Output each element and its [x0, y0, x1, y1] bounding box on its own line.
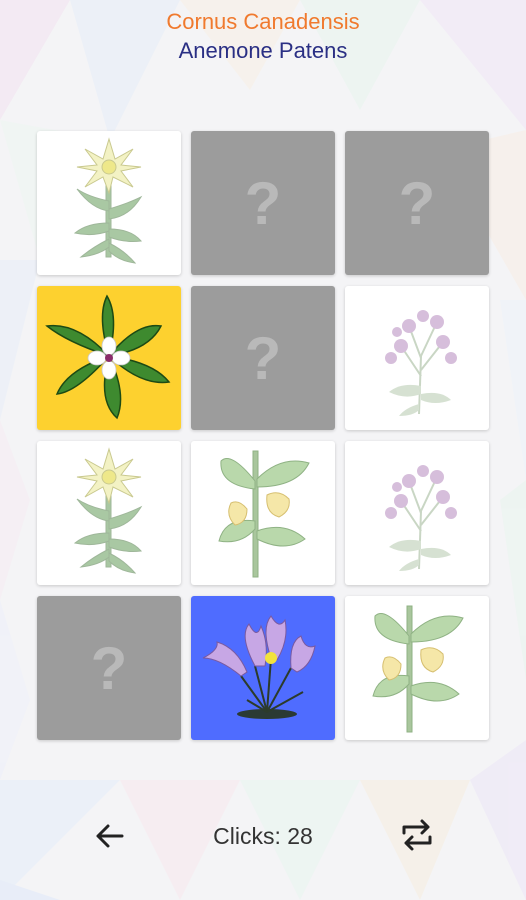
leontopodium-edelweiss-icon — [73, 447, 143, 574]
purple-aster-icon — [385, 465, 457, 571]
card-11[interactable] — [191, 596, 335, 740]
hidden-card-mark: ? — [90, 634, 128, 702]
header: Cornus Canadensis Anemone Patens — [0, 0, 526, 68]
yellow-bell-flower-icon — [218, 450, 310, 578]
card-3[interactable]: ? — [345, 131, 489, 275]
clicks-label: Clicks: 28 — [213, 823, 313, 849]
repeat-icon — [402, 819, 432, 851]
card-5[interactable]: ? — [191, 286, 335, 430]
click-counter: Clicks: 28 — [190, 822, 336, 850]
yellow-bell-flower-icon — [372, 605, 464, 733]
card-8[interactable] — [191, 441, 335, 585]
restart-button[interactable] — [396, 815, 438, 855]
footer-bar: Clicks: 28 — [0, 800, 526, 870]
card-4[interactable] — [37, 286, 181, 430]
card-6[interactable] — [345, 286, 489, 430]
card-7[interactable] — [37, 441, 181, 585]
card-9[interactable] — [345, 441, 489, 585]
back-button[interactable] — [90, 818, 130, 854]
hidden-card-mark: ? — [398, 169, 436, 237]
hidden-card-mark: ? — [244, 324, 282, 392]
leontopodium-edelweiss-icon — [73, 137, 143, 264]
purple-aster-icon — [385, 310, 457, 416]
arrow-left-icon — [96, 824, 124, 848]
card-2[interactable]: ? — [191, 131, 335, 275]
target-flower-name-primary: Cornus Canadensis — [166, 9, 360, 34]
card-1[interactable] — [37, 131, 181, 275]
hidden-card-mark: ? — [244, 169, 282, 237]
target-flower-name-secondary: Anemone Patens — [178, 38, 348, 63]
anemone-patens-icon — [202, 615, 316, 719]
card-10[interactable]: ? — [37, 596, 181, 740]
cornus-canadensis-icon — [45, 294, 171, 420]
card-12[interactable] — [345, 596, 489, 740]
